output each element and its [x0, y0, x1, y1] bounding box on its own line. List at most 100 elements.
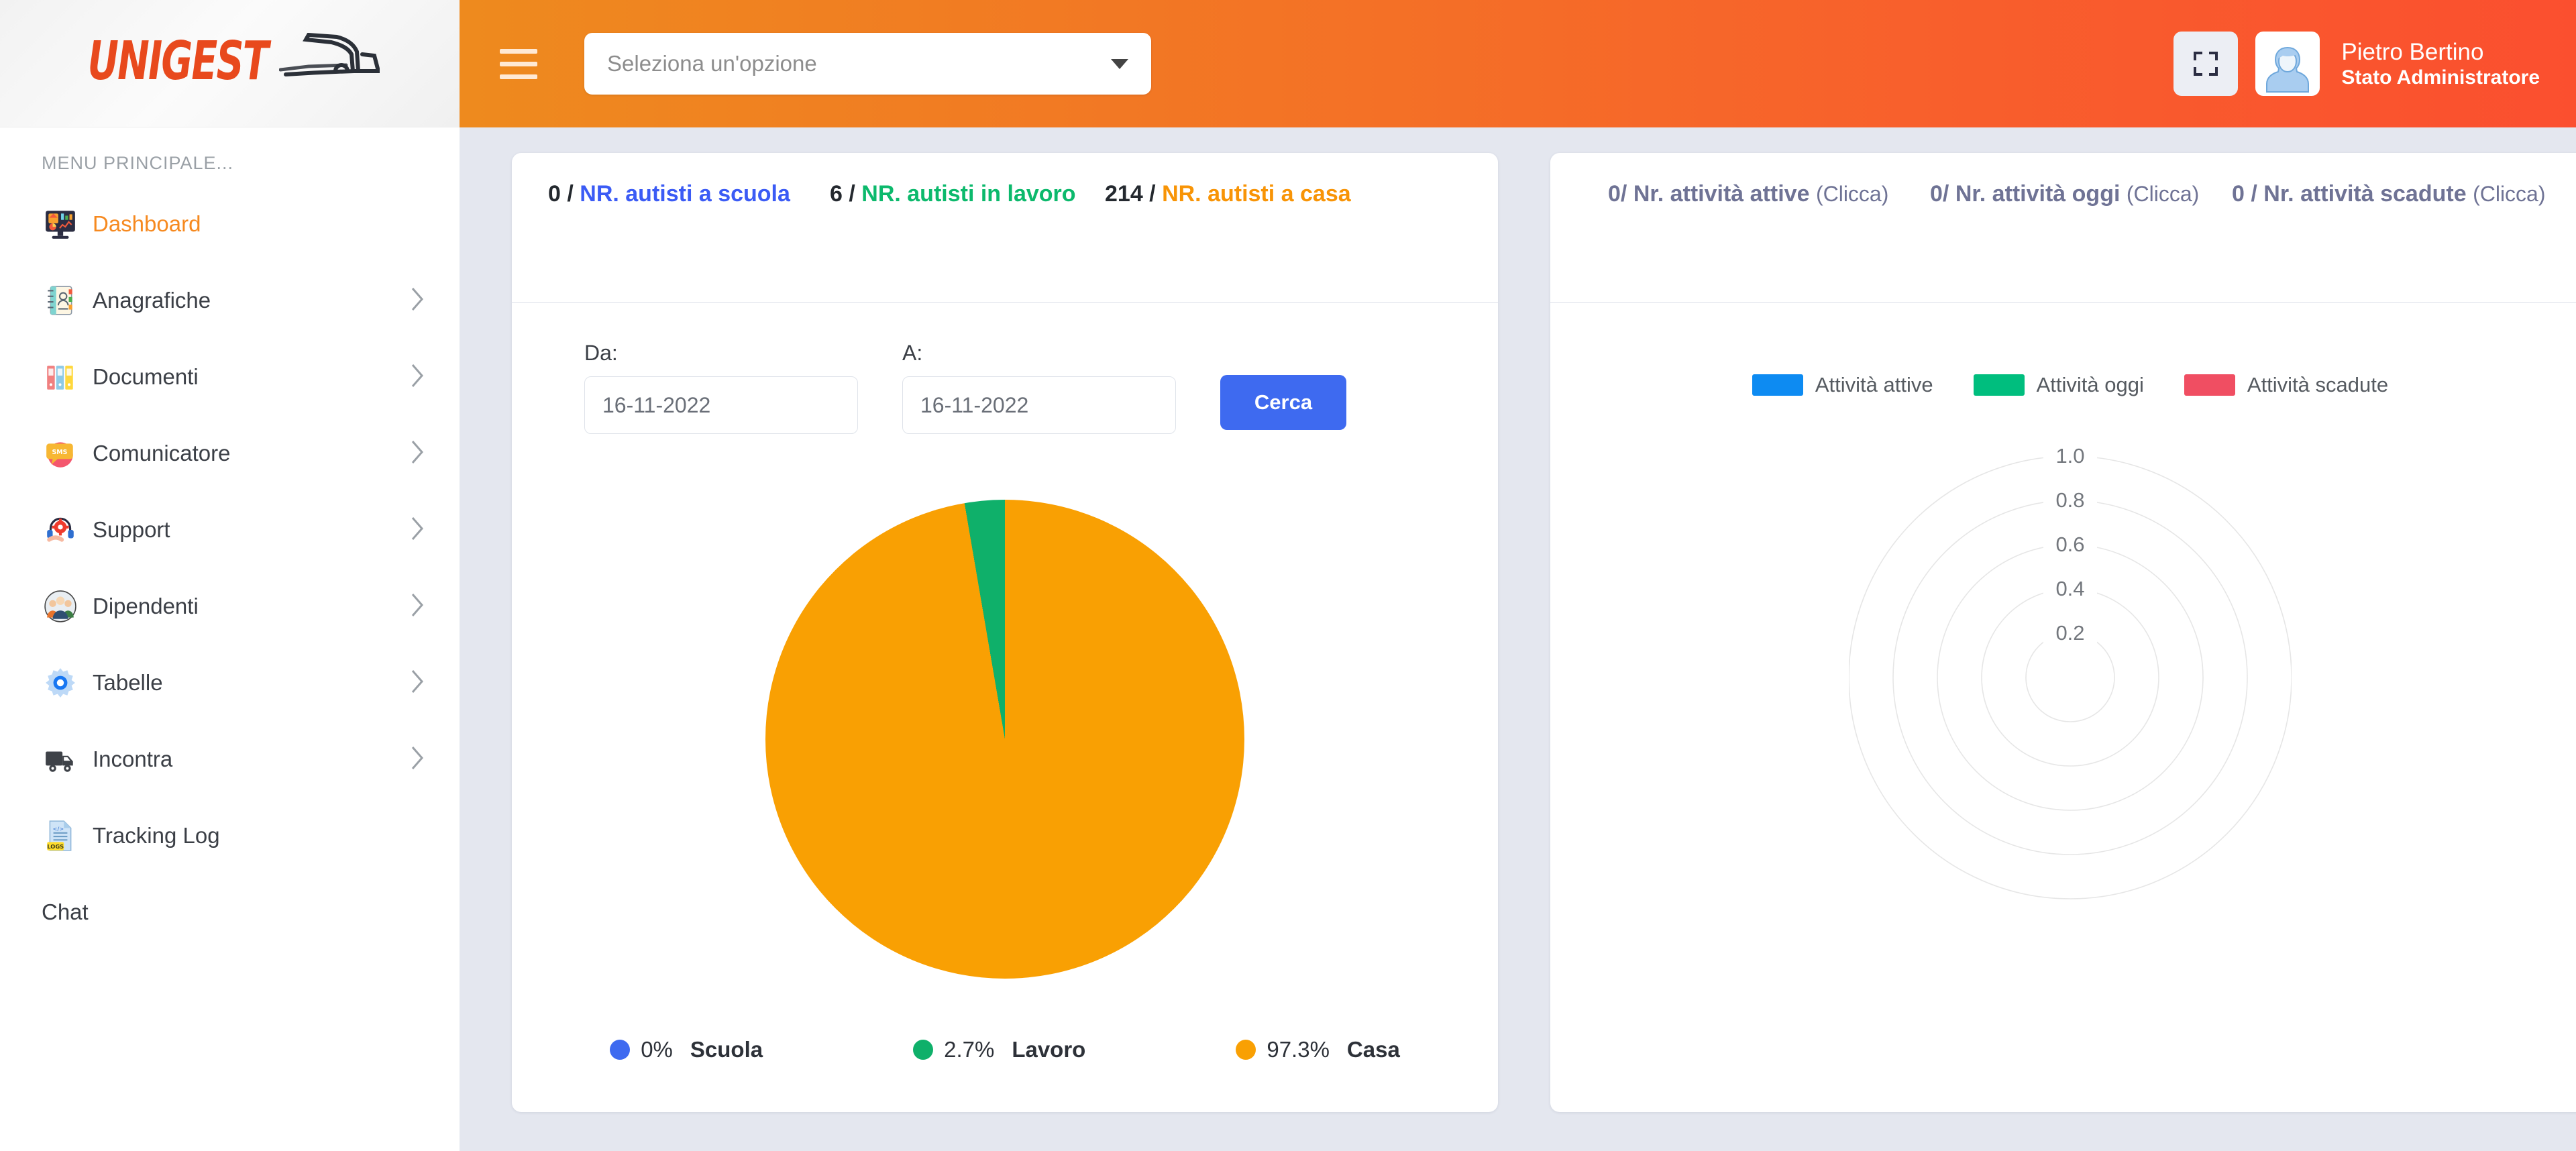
legend-color-dot: [1236, 1040, 1256, 1060]
chevron-right-icon: [410, 363, 425, 392]
fullscreen-icon[interactable]: [2174, 32, 2239, 96]
chevron-right-icon: [410, 592, 425, 621]
to-field-group: A:: [902, 341, 1176, 434]
legend-color-dot: [610, 1040, 631, 1060]
stat-separator: /: [2244, 181, 2264, 207]
sidebar-item-chat[interactable]: Chat: [0, 874, 460, 950]
date-filters: Da: A: Cerca: [512, 303, 1498, 434]
sidebar-item-support[interactable]: Support: [0, 492, 460, 568]
people-group-icon: [42, 588, 79, 625]
pie-chart[interactable]: [765, 499, 1244, 979]
stat-value: 0: [2232, 181, 2245, 207]
sidebar-item-tracking-log[interactable]: </> LOGS Tracking Log: [0, 798, 460, 874]
legend-percent: 97.3%: [1267, 1037, 1330, 1062]
sidebar-item-label: Dipendenti: [93, 594, 199, 618]
sidebar-item-label: Tabelle: [93, 670, 163, 695]
chevron-right-icon: [410, 439, 425, 468]
activities-stats: 0/ Nr. attività attive (Clicca) 0/ Nr. a…: [1550, 153, 2576, 302]
app-root: UNIGEST MENU PRINCIPALE... Dashboard Ana…: [0, 0, 2576, 1151]
stat-autisti-scuola[interactable]: 0 / NR. autisti a scuola: [548, 180, 830, 302]
headset-gear-icon: [42, 511, 79, 549]
legend-label: Lavoro: [1012, 1037, 1086, 1062]
log-file-icon: </> LOGS: [42, 817, 79, 855]
radar-chart-area: 0.2 0.4 0.6 0.8 1.0: [1550, 416, 2576, 1112]
stat-attivita-oggi[interactable]: 0/ Nr. attività oggi (Clicca): [1930, 180, 2232, 302]
sidebar-item-anagrafiche[interactable]: Anagrafiche: [0, 262, 460, 339]
chevron-right-icon: [410, 286, 425, 315]
stat-label: Nr. attività oggi: [1955, 181, 2121, 207]
legend-label: Attività attive: [1815, 373, 1933, 396]
user-avatar-icon[interactable]: [2255, 32, 2320, 96]
gear-icon: [42, 664, 79, 702]
chevron-right-icon: [410, 669, 425, 698]
sidebar-item-label: Comunicatore: [93, 441, 231, 465]
to-date-input[interactable]: [902, 376, 1176, 434]
from-date-input[interactable]: [584, 376, 858, 434]
legend-label: Attività scadute: [2247, 373, 2389, 396]
chevron-right-icon: [410, 745, 425, 774]
stat-click-hint: (Clicca): [2473, 182, 2546, 206]
hamburger-icon[interactable]: [500, 42, 552, 86]
svg-text:</>: </>: [52, 826, 64, 832]
to-label: A:: [902, 341, 923, 365]
sidebar-item-label: Chat: [42, 899, 89, 924]
from-label: Da:: [584, 341, 618, 365]
user-name: Pietro Bertino: [2341, 38, 2484, 65]
legend-color-swatch: [1752, 374, 1803, 396]
stat-label: NR. autisti in lavoro: [861, 181, 1076, 207]
stat-value: 0: [548, 181, 561, 207]
sidebar-title: MENU PRINCIPALE...: [42, 153, 234, 173]
sidebar: UNIGEST MENU PRINCIPALE... Dashboard Ana…: [0, 0, 460, 1151]
legend-item-attivita-oggi[interactable]: Attività oggi: [1973, 373, 2144, 397]
svg-text:LOGS: LOGS: [47, 843, 64, 850]
sidebar-item-tabelle[interactable]: Tabelle: [0, 645, 460, 721]
global-select-value: Seleziona un'opzione: [607, 51, 817, 76]
stat-autisti-casa[interactable]: 214 / NR. autisti a casa: [1105, 180, 1387, 302]
sidebar-item-documenti[interactable]: Documenti: [0, 339, 460, 415]
sidebar-item-label: Support: [93, 517, 170, 542]
top-bar: Seleziona un'opzione Pietro Bertino Stat…: [460, 0, 2576, 127]
stat-separator: /: [842, 181, 862, 207]
search-button[interactable]: Cerca: [1220, 375, 1346, 430]
stat-value: 0: [1608, 181, 1621, 207]
truck-icon: [278, 32, 382, 89]
svg-text:1.0: 1.0: [2055, 444, 2084, 468]
address-book-icon: [42, 282, 79, 319]
legend-item-attivita-scadute[interactable]: Attività scadute: [2184, 373, 2388, 397]
sidebar-item-dashboard[interactable]: Dashboard: [0, 186, 460, 262]
stat-autisti-lavoro[interactable]: 6 / NR. autisti in lavoro: [830, 180, 1105, 302]
sidebar-item-comunicatore[interactable]: SMS Comunicatore: [0, 415, 460, 492]
svg-text:0.4: 0.4: [2055, 577, 2084, 600]
sidebar-item-label: Incontra: [93, 747, 173, 771]
stat-label: Nr. attività attive: [1633, 181, 1810, 207]
svg-text:0.2: 0.2: [2055, 621, 2084, 645]
sidebar-item-incontra[interactable]: Incontra: [0, 721, 460, 798]
svg-text:0.6: 0.6: [2055, 533, 2084, 556]
brand-name: UNIGEST: [87, 29, 268, 93]
sidebar-item-label: Anagrafiche: [93, 288, 211, 313]
main-area: Seleziona un'opzione Pietro Bertino Stat…: [460, 0, 2576, 1151]
legend-label: Scuola: [690, 1037, 763, 1062]
legend-item-casa[interactable]: 97.3% Casa: [1236, 1037, 1400, 1062]
sidebar-item-dipendenti[interactable]: Dipendenti: [0, 568, 460, 645]
legend-percent: 2.7%: [944, 1037, 995, 1062]
legend-item-scuola[interactable]: 0% Scuola: [610, 1037, 763, 1062]
svg-text:SMS: SMS: [52, 449, 68, 456]
stat-value: 0: [1930, 181, 1943, 207]
radar-chart[interactable]: 0.2 0.4 0.6 0.8 1.0: [1849, 416, 2292, 1020]
legend-color-swatch: [2184, 374, 2235, 396]
sidebar-item-label: Tracking Log: [93, 823, 220, 848]
stat-attivita-attive[interactable]: 0/ Nr. attività attive (Clicca): [1608, 180, 1930, 302]
legend-label: Casa: [1346, 1037, 1400, 1062]
legend-item-lavoro[interactable]: 2.7% Lavoro: [913, 1037, 1085, 1062]
sms-bubble-icon: SMS: [42, 435, 79, 472]
stat-attivita-scadute[interactable]: 0 / Nr. attività scadute (Clicca): [2232, 180, 2554, 302]
legend-color-dot: [913, 1040, 934, 1060]
brand-logo[interactable]: UNIGEST: [0, 0, 460, 127]
binders-icon: [42, 358, 79, 396]
stat-value: 6: [830, 181, 843, 207]
drivers-card: 0 / NR. autisti a scuola 6 / NR. autisti…: [512, 153, 1498, 1112]
global-select[interactable]: Seleziona un'opzione: [584, 33, 1151, 95]
activities-card: 0/ Nr. attività attive (Clicca) 0/ Nr. a…: [1550, 153, 2576, 1112]
legend-item-attivita-attive[interactable]: Attività attive: [1752, 373, 1933, 397]
